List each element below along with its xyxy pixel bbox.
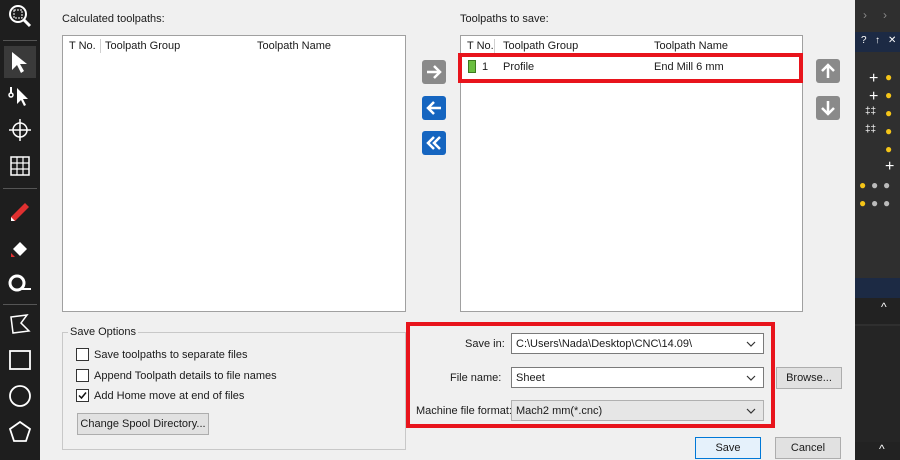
tooth-icon: ●	[883, 196, 891, 210]
left-toolbar	[0, 0, 40, 460]
measure-tape-icon[interactable]	[4, 268, 36, 300]
highlight-box	[458, 53, 803, 83]
panel-header: ? ↑ ✕	[855, 32, 900, 52]
tooth-icon: ●	[871, 196, 879, 210]
append-details-checkbox[interactable]	[76, 369, 89, 382]
tooth-icon: ●	[885, 124, 893, 138]
tooth-icon: ●	[859, 178, 867, 192]
dashes-icon: ‡‡	[865, 124, 877, 135]
separate-files-checkbox[interactable]	[76, 348, 89, 361]
tooth-icon: ●	[885, 88, 893, 102]
pencil-draw-icon[interactable]	[4, 196, 36, 228]
tooth-icon: ●	[885, 142, 893, 156]
column-header-group[interactable]: Toolpath Group	[503, 40, 578, 52]
arrow-right-icon	[427, 65, 442, 79]
toolpaths-to-save-title: Toolpaths to save:	[460, 13, 549, 25]
column-header-tno[interactable]: T No.	[467, 40, 494, 52]
grid-array-icon[interactable]	[4, 150, 36, 182]
polygon-icon[interactable]	[4, 416, 36, 448]
arrow-down-icon	[821, 101, 835, 116]
transform-move-icon[interactable]	[4, 114, 36, 146]
checkmark-icon	[78, 392, 87, 400]
browse-button[interactable]: Browse...	[776, 367, 842, 389]
polyline-icon[interactable]	[4, 308, 36, 340]
arrow-left-icon	[426, 101, 441, 115]
highlight-box	[406, 322, 775, 428]
chevron-right-icon[interactable]: ›	[883, 8, 887, 22]
plus-icon: +	[869, 70, 879, 87]
home-move-option[interactable]: Add Home move at end of files	[76, 389, 244, 402]
move-right-button[interactable]	[422, 60, 446, 84]
pin-icon[interactable]: ↑	[875, 35, 880, 46]
fill-tool-icon[interactable]	[4, 232, 36, 264]
tooth-icon: ●	[859, 196, 867, 210]
help-icon[interactable]: ?	[861, 35, 867, 46]
panel-section	[855, 326, 900, 442]
save-options-title: Save Options	[68, 326, 139, 338]
home-move-label: Add Home move at end of files	[94, 389, 245, 402]
append-details-option[interactable]: Append Toolpath details to file names	[76, 369, 277, 382]
chevron-right-icon[interactable]: ›	[863, 8, 867, 22]
tooth-icon: ●	[885, 70, 893, 84]
separate-files-label: Save toolpaths to separate files	[94, 348, 248, 361]
plus-icon: +	[869, 88, 879, 105]
save-button[interactable]: Save	[695, 437, 761, 459]
move-all-left-button[interactable]	[422, 131, 446, 155]
move-down-button[interactable]	[816, 96, 840, 120]
column-header-name[interactable]: Toolpath Name	[654, 40, 728, 52]
arrow-up-icon	[821, 63, 835, 78]
separate-files-option[interactable]: Save toolpaths to separate files	[76, 348, 247, 361]
select-arrow-icon[interactable]	[4, 46, 36, 78]
move-left-button[interactable]	[422, 96, 446, 120]
calculated-toolpaths-list[interactable]: T No. Toolpath Group Toolpath Name	[62, 35, 406, 312]
panel-section: ^	[855, 298, 900, 324]
column-header-tno[interactable]: T No.	[69, 40, 96, 52]
move-up-button[interactable]	[816, 59, 840, 83]
home-move-checkbox[interactable]	[76, 389, 89, 402]
zoom-box-icon[interactable]	[4, 0, 36, 32]
save-toolpath-dialog: Calculated toolpaths: T No. Toolpath Gro…	[40, 0, 855, 460]
chevron-up-icon[interactable]: ^	[879, 442, 885, 456]
cancel-button[interactable]: Cancel	[775, 437, 841, 459]
calculated-toolpaths-title: Calculated toolpaths:	[62, 13, 165, 25]
append-details-label: Append Toolpath details to file names	[94, 369, 277, 382]
column-header-name[interactable]: Toolpath Name	[257, 40, 331, 52]
column-header-group[interactable]: Toolpath Group	[105, 40, 180, 52]
close-icon[interactable]: ✕	[888, 35, 896, 46]
node-edit-icon[interactable]	[4, 80, 36, 112]
plus-icon: +	[885, 158, 895, 175]
rectangle-icon[interactable]	[4, 344, 36, 376]
tooth-icon: ●	[883, 178, 891, 192]
circle-icon[interactable]	[4, 380, 36, 412]
right-side-panel: › › ? ↑ ✕ + ● + ● ‡‡ ● ‡‡ ● ● + ● ● ● ● …	[855, 0, 900, 460]
tooth-icon: ●	[885, 106, 893, 120]
panel-section: ^	[855, 442, 900, 460]
chevron-up-icon[interactable]: ^	[881, 300, 887, 314]
tooth-icon: ●	[871, 178, 879, 192]
double-arrow-left-icon	[426, 136, 441, 150]
change-spool-directory-button[interactable]: Change Spool Directory...	[77, 413, 209, 435]
panel-header	[855, 278, 900, 298]
dashes-icon: ‡‡	[865, 106, 877, 117]
